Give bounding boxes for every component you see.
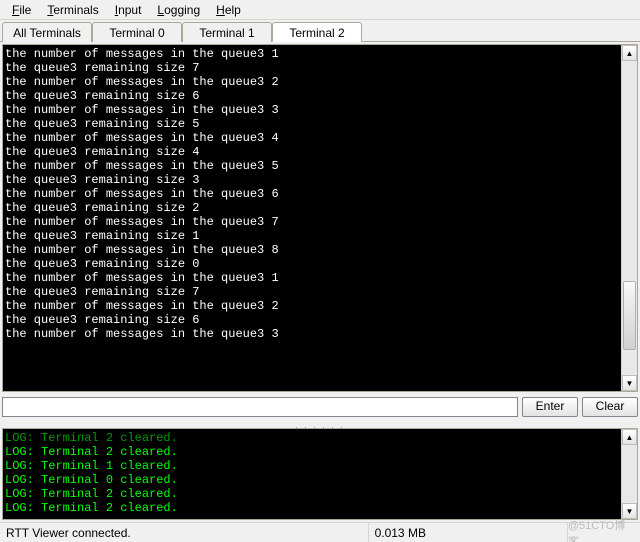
tab-terminal-0[interactable]: Terminal 0 — [92, 22, 182, 42]
terminal-output[interactable]: the number of messages in the queue3 1 t… — [3, 45, 621, 391]
tab-all-terminals[interactable]: All Terminals — [2, 22, 92, 42]
pane-splitter[interactable]: . . . . . . — [0, 420, 640, 428]
status-bar: RTT Viewer connected. 0.013 MB @51CTO博客 — [0, 522, 640, 542]
menu-input[interactable]: Input — [107, 1, 150, 19]
enter-button[interactable]: Enter — [522, 397, 578, 417]
tab-terminal-2[interactable]: Terminal 2 — [272, 22, 362, 42]
menu-logging[interactable]: Logging — [149, 1, 208, 19]
scroll-track[interactable] — [622, 445, 637, 503]
log-line: LOG: Terminal 0 cleared. — [5, 473, 178, 487]
log-scrollbar[interactable]: ▲ ▼ — [621, 429, 637, 519]
input-row: Enter Clear — [0, 394, 640, 420]
log-line: LOG: Terminal 2 cleared. — [5, 501, 178, 515]
tab-bar: All Terminals Terminal 0 Terminal 1 Term… — [0, 20, 640, 42]
scroll-track[interactable] — [622, 61, 637, 375]
clear-button[interactable]: Clear — [582, 397, 638, 417]
terminal-scrollbar[interactable]: ▲ ▼ — [621, 45, 637, 391]
status-connection: RTT Viewer connected. — [0, 523, 369, 542]
log-line: LOG: Terminal 2 cleared. — [5, 487, 178, 501]
scroll-thumb[interactable] — [623, 281, 636, 350]
menubar: File Terminals Input Logging Help — [0, 0, 640, 20]
menu-terminals[interactable]: Terminals — [39, 1, 106, 19]
watermark: @51CTO博客 — [568, 517, 640, 542]
menu-file[interactable]: File — [4, 1, 39, 19]
scroll-up-icon[interactable]: ▲ — [622, 429, 637, 445]
log-output-wrap: LOG: Terminal 2 cleared. LOG: Terminal 2… — [2, 428, 638, 520]
log-line: LOG: Terminal 2 cleared. — [5, 445, 178, 459]
command-input[interactable] — [2, 397, 518, 417]
menu-help[interactable]: Help — [208, 1, 249, 19]
log-output[interactable]: LOG: Terminal 2 cleared. LOG: Terminal 2… — [3, 429, 621, 519]
scroll-up-icon[interactable]: ▲ — [622, 45, 637, 61]
tab-terminal-1[interactable]: Terminal 1 — [182, 22, 272, 42]
log-line: LOG: Terminal 1 cleared. — [5, 459, 178, 473]
log-line: LOG: Terminal 2 cleared. — [5, 431, 178, 445]
scroll-down-icon[interactable]: ▼ — [622, 375, 637, 391]
status-bytes: 0.013 MB — [369, 523, 568, 542]
terminal-output-wrap: the number of messages in the queue3 1 t… — [2, 44, 638, 392]
